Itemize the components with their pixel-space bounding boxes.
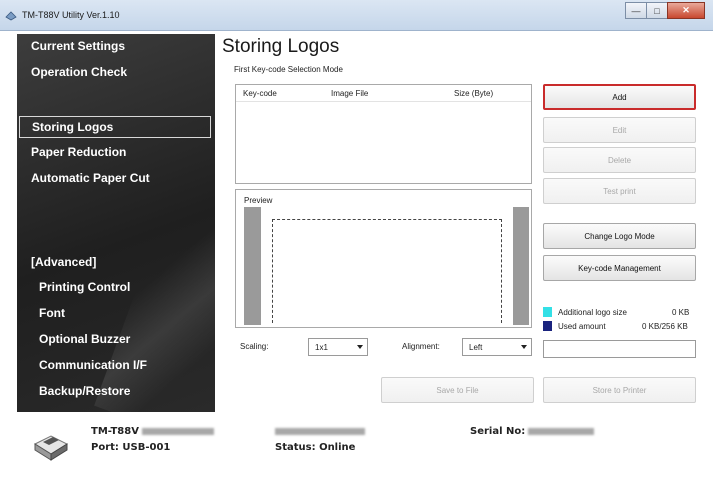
redacted-text: [141, 427, 214, 435]
column-header-keycode[interactable]: Key-code: [243, 89, 277, 98]
used-amount-label: Used amount: [558, 322, 606, 331]
alignment-label: Alignment:: [402, 342, 440, 351]
additional-size-value: 0 KB: [672, 308, 690, 317]
edit-button[interactable]: Edit: [543, 117, 696, 143]
printer-model: TM-T88V: [91, 426, 214, 437]
used-amount-swatch: [543, 321, 552, 331]
memory-usage-bar: [543, 340, 696, 358]
additional-size-swatch: [543, 307, 552, 317]
page-title: Storing Logos: [222, 36, 340, 57]
window-title: TM-T88V Utility Ver.1.10: [22, 10, 120, 20]
alignment-select[interactable]: Left: [462, 338, 532, 356]
sidebar-item-printing-control[interactable]: Printing Control: [17, 280, 215, 294]
sidebar-item-backup-restore[interactable]: Backup/Restore: [17, 384, 215, 398]
preview-paper: [261, 207, 513, 325]
sidebar-item-storing-logos[interactable]: Storing Logos: [19, 116, 211, 138]
preview-canvas: [244, 207, 529, 325]
printer-icon: [33, 435, 69, 461]
sidebar-item-paper-reduction[interactable]: Paper Reduction: [17, 145, 215, 159]
scaling-value: 1x1: [315, 343, 328, 352]
minimize-button[interactable]: —: [625, 2, 647, 19]
logo-area-outline: [272, 219, 502, 323]
additional-size-label: Additional logo size: [558, 308, 627, 317]
redacted-serial: [528, 427, 595, 435]
close-button[interactable]: ✕: [667, 2, 705, 19]
sidebar-section-advanced: [Advanced]: [31, 255, 97, 269]
chevron-down-icon: [521, 345, 527, 349]
chevron-down-icon: [357, 345, 363, 349]
window-controls: — □ ✕: [625, 2, 705, 20]
used-amount-value: 0 KB/256 KB: [642, 322, 688, 331]
keycode-management-button[interactable]: Key-code Management: [543, 255, 696, 281]
sidebar: Current Settings Operation Check Storing…: [17, 34, 215, 412]
alignment-value: Left: [469, 343, 483, 352]
maximize-button[interactable]: □: [646, 2, 668, 19]
save-to-file-button[interactable]: Save to File: [381, 377, 534, 403]
sidebar-item-communication-if[interactable]: Communication I/F: [17, 358, 215, 372]
printer-port: Port: USB-001: [91, 442, 171, 453]
serial-number: Serial No:: [470, 426, 595, 437]
change-logo-mode-button[interactable]: Change Logo Mode: [543, 223, 696, 249]
title-bar: TM-T88V Utility Ver.1.10 — □ ✕: [0, 0, 713, 31]
printer-status: Status: Online: [275, 442, 356, 453]
delete-button[interactable]: Delete: [543, 147, 696, 173]
mode-label: First Key-code Selection Mode: [234, 65, 343, 74]
column-header-image-file[interactable]: Image File: [331, 89, 368, 98]
sidebar-item-font[interactable]: Font: [17, 306, 215, 320]
sidebar-item-automatic-paper-cut[interactable]: Automatic Paper Cut: [17, 171, 215, 185]
sidebar-item-operation-check[interactable]: Operation Check: [17, 65, 215, 79]
scaling-select[interactable]: 1x1: [308, 338, 368, 356]
status-footer: TM-T88V Port: USB-001 Status: Online Ser…: [17, 412, 699, 472]
table-header: Key-code Image File Size (Byte): [236, 85, 531, 102]
store-to-printer-button[interactable]: Store to Printer: [543, 377, 696, 403]
redacted-info: [275, 426, 365, 437]
preview-panel: Preview: [235, 189, 532, 328]
sidebar-item-optional-buzzer[interactable]: Optional Buzzer: [17, 332, 215, 346]
preview-label: Preview: [244, 196, 273, 205]
column-header-size[interactable]: Size (Byte): [454, 89, 493, 98]
logo-table[interactable]: Key-code Image File Size (Byte): [235, 84, 532, 184]
test-print-button[interactable]: Test print: [543, 178, 696, 204]
app-icon: [5, 11, 17, 21]
sidebar-item-current-settings[interactable]: Current Settings: [17, 39, 215, 53]
add-button[interactable]: Add: [543, 84, 696, 110]
scaling-label: Scaling:: [240, 342, 269, 351]
